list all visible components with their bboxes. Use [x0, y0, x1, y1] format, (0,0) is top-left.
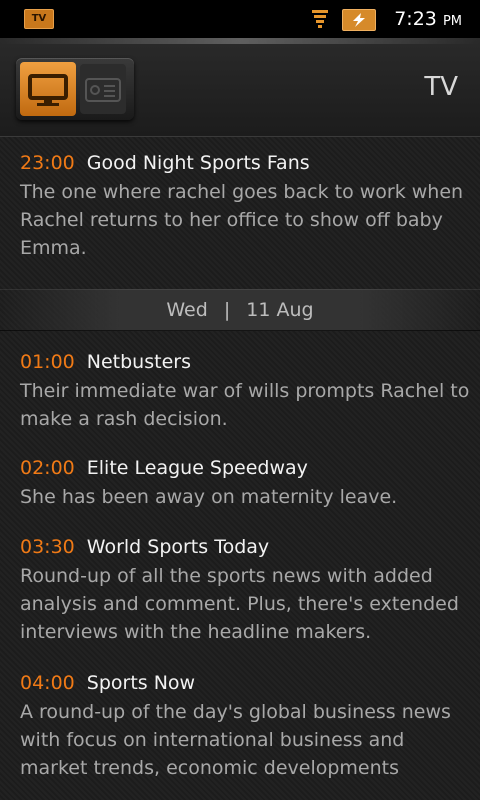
date-divider: Wed | 11 Aug: [0, 289, 480, 331]
divider-date: 11 Aug: [246, 299, 314, 321]
status-clock: 7:23 PM: [394, 8, 462, 33]
program-time: 04:00: [20, 672, 75, 694]
program-title: Sports Now: [86, 672, 196, 694]
program-item[interactable]: 03:30 World Sports Today Round-up of all…: [20, 536, 476, 646]
signal-icon: [312, 10, 328, 28]
tv-logo-icon: [20, 62, 76, 116]
program-title: Elite League Speedway: [86, 457, 308, 479]
program-title: World Sports Today: [86, 536, 270, 558]
program-description: Round-up of all the sports news with add…: [20, 565, 459, 643]
program-item[interactable]: 04:00 Sports Now A round-up of the day's…: [20, 672, 476, 782]
program-time: 03:30: [20, 536, 75, 558]
app-logo[interactable]: [16, 58, 134, 120]
program-item[interactable]: 01:00 Netbusters Their immediate war of …: [20, 351, 476, 433]
header-glow: [0, 38, 480, 44]
status-bar: TV 7:23 PM: [0, 0, 480, 38]
program-description: She has been away on maternity leave.: [20, 486, 398, 508]
program-description: The one where rachel goes back to work w…: [20, 181, 464, 259]
program-title: Good Night Sports Fans: [86, 152, 310, 174]
program-title: Netbusters: [86, 351, 191, 373]
divider-day: Wed: [166, 299, 208, 321]
clock-time: 7:23: [394, 8, 437, 30]
radio-logo-icon: [80, 64, 126, 114]
battery-charging-icon: [342, 9, 376, 31]
tv-notification-icon: TV: [24, 9, 54, 29]
program-time: 02:00: [20, 457, 75, 479]
page-title: TV: [424, 72, 458, 102]
program-description: A round-up of the day's global business …: [20, 701, 451, 779]
program-time: 23:00: [20, 152, 75, 174]
divider-separator: |: [223, 299, 231, 321]
program-item[interactable]: 23:00 Good Night Sports Fans The one whe…: [20, 152, 476, 262]
program-item[interactable]: 02:00 Elite League Speedway She has been…: [20, 457, 476, 511]
program-description: Their immediate war of wills prompts Rac…: [20, 380, 470, 430]
program-time: 01:00: [20, 351, 75, 373]
clock-ampm: PM: [442, 14, 462, 29]
